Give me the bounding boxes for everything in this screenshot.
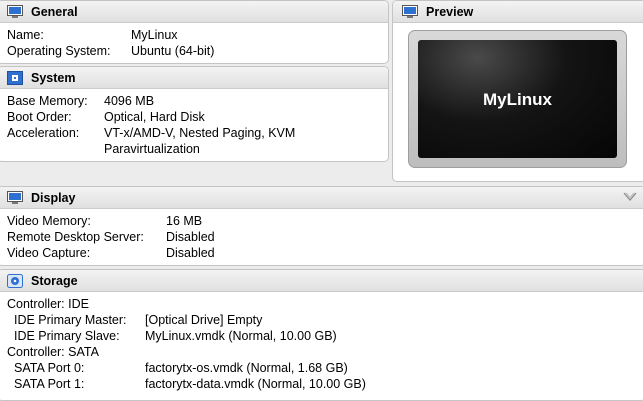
system-header[interactable]: System — [0, 67, 388, 89]
storage-title: Storage — [31, 273, 78, 288]
sata-port0-value: factorytx-os.vmdk (Normal, 1.68 GB) — [145, 361, 348, 375]
video-capture-value: Disabled — [166, 246, 215, 260]
preview-vm-name: MyLinux — [483, 90, 552, 109]
remote-desktop-label: Remote Desktop Server: — [7, 230, 144, 244]
display-header[interactable]: Display — [0, 187, 643, 209]
chevron-down-icon[interactable] — [623, 191, 637, 203]
system-row-accel: Acceleration: VT-x/AMD-V, Nested Paging,… — [7, 125, 388, 141]
acceleration-spacer — [7, 141, 104, 157]
storage-section: Storage Controller: IDE IDE Primary Mast… — [0, 269, 643, 401]
storage-header[interactable]: Storage — [0, 270, 643, 292]
system-chip-icon — [7, 70, 23, 85]
name-label: Name: — [7, 28, 44, 42]
preview-screen: MyLinux — [418, 40, 617, 158]
display-row-capture: Video Capture: Disabled — [7, 245, 643, 261]
video-memory-value: 16 MB — [166, 214, 203, 228]
display-body: Video Memory: 16 MB Remote Desktop Serve… — [0, 209, 643, 261]
acceleration-label: Acceleration: — [7, 126, 80, 140]
memory-value: 4096 MB — [104, 94, 155, 108]
name-value: MyLinux — [131, 28, 178, 42]
sata-port1-value: factorytx-data.vmdk (Normal, 10.00 GB) — [145, 377, 366, 391]
boot-order-value: Optical, Hard Disk — [104, 110, 205, 124]
general-row-name: Name: MyLinux — [7, 27, 388, 43]
preview-frame: MyLinux — [408, 30, 627, 168]
preview-section: Preview MyLinux — [392, 0, 643, 182]
system-section: System Base Memory: 4096 MB Boot Order: … — [0, 66, 389, 162]
controller-sata-row: Controller: SATA — [7, 344, 643, 360]
ide-master-value: [Optical Drive] Empty — [145, 313, 263, 327]
display-section: Display Video Memory: 16 MB Remote Deskt… — [0, 186, 643, 266]
acceleration-value: VT-x/AMD-V, Nested Paging, KVM — [104, 126, 296, 140]
storage-disk-icon — [7, 273, 23, 288]
display-row-rdp: Remote Desktop Server: Disabled — [7, 229, 643, 245]
storage-body: Controller: IDE IDE Primary Master: [Opt… — [0, 292, 643, 392]
general-body: Name: MyLinux Operating System: Ubuntu (… — [0, 23, 388, 59]
display-title: Display — [31, 190, 76, 205]
remote-desktop-value: Disabled — [166, 230, 215, 244]
os-value: Ubuntu (64-bit) — [131, 44, 215, 58]
controller-ide-row: Controller: IDE — [7, 296, 643, 312]
ide-slave-label: IDE Primary Slave: — [14, 329, 120, 343]
controller-sata-label: Controller: SATA — [7, 345, 99, 359]
video-capture-label: Video Capture: — [7, 246, 91, 260]
sata-port1-row: SATA Port 1: factorytx-data.vmdk (Normal… — [7, 376, 643, 392]
preview-monitor-icon — [402, 4, 418, 19]
ide-master-label: IDE Primary Master: — [14, 313, 127, 327]
general-header[interactable]: General — [0, 1, 388, 23]
general-row-os: Operating System: Ubuntu (64-bit) — [7, 43, 388, 59]
preview-title: Preview — [426, 4, 474, 19]
system-title: System — [31, 70, 76, 85]
system-body: Base Memory: 4096 MB Boot Order: Optical… — [0, 89, 388, 157]
acceleration-value-line2: Paravirtualization — [104, 142, 200, 156]
preview-header[interactable]: Preview — [393, 1, 643, 23]
ide-master-row: IDE Primary Master: [Optical Drive] Empt… — [7, 312, 643, 328]
video-memory-label: Video Memory: — [7, 214, 91, 228]
system-row-accel-cont: Paravirtualization — [7, 141, 388, 157]
display-row-vram: Video Memory: 16 MB — [7, 213, 643, 229]
system-row-boot: Boot Order: Optical, Hard Disk — [7, 109, 388, 125]
sata-port0-row: SATA Port 0: factorytx-os.vmdk (Normal, … — [7, 360, 643, 376]
os-label: Operating System: — [7, 44, 111, 58]
system-row-memory: Base Memory: 4096 MB — [7, 93, 388, 109]
ide-slave-row: IDE Primary Slave: MyLinux.vmdk (Normal,… — [7, 328, 643, 344]
sata-port0-label: SATA Port 0: — [14, 361, 85, 375]
general-monitor-icon — [7, 4, 23, 19]
controller-ide-label: Controller: IDE — [7, 297, 89, 311]
sata-port1-label: SATA Port 1: — [14, 377, 85, 391]
general-section: General Name: MyLinux Operating System: … — [0, 0, 389, 64]
ide-slave-value: MyLinux.vmdk (Normal, 10.00 GB) — [145, 329, 337, 343]
general-title: General — [31, 4, 78, 19]
memory-label: Base Memory: — [7, 94, 88, 108]
display-monitor-icon — [7, 190, 23, 205]
boot-order-label: Boot Order: — [7, 110, 72, 124]
